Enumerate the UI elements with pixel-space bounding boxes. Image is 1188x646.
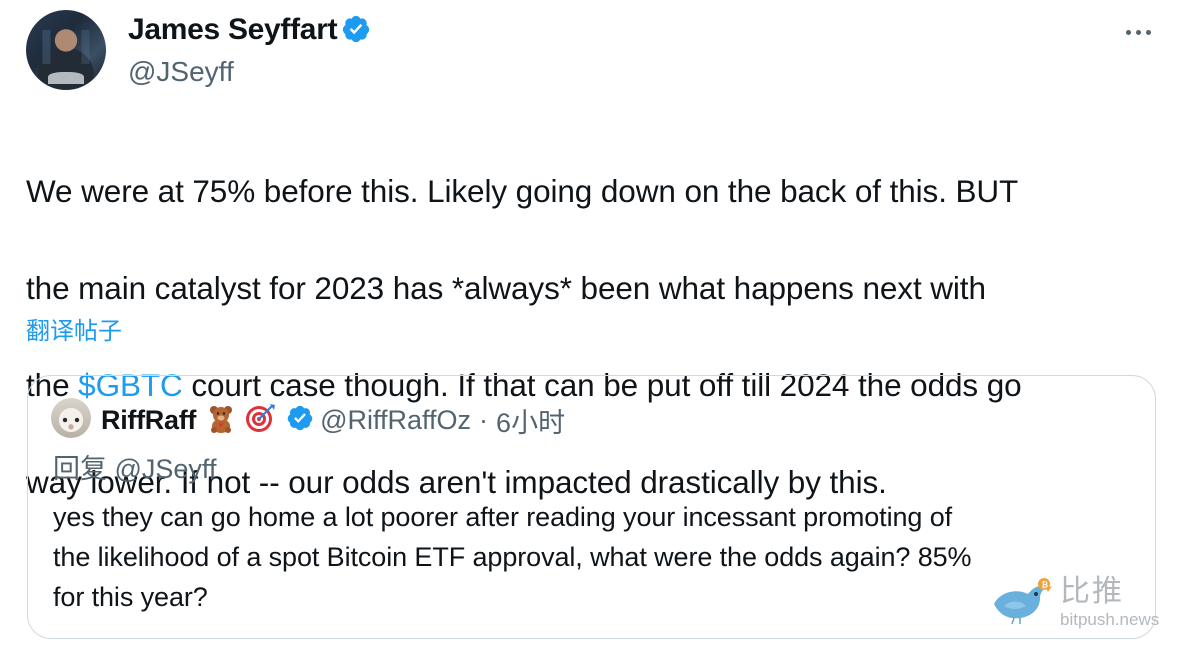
quoted-author-name[interactable]: RiffRaff [101,405,196,436]
tweet-text-line: the main catalyst for 2023 has *always* … [26,269,986,306]
author-handle[interactable]: @JSeyff [128,55,234,89]
more-options-button[interactable] [1118,18,1158,46]
quoted-text-line: yes they can go home a lot poorer after … [53,502,953,532]
bitpush-bird-logo-icon: ₿ [990,578,1054,631]
quoted-text-line: the likelihood of a spot Bitcoin ETF app… [53,542,972,572]
svg-text:₿: ₿ [1042,581,1049,590]
quoted-author-avatar[interactable] [51,398,91,438]
quoted-tweet-text: yes they can go home a lot poorer after … [53,497,1133,617]
teddy-bear-icon [206,403,236,438]
more-horizontal-icon-dot [1145,29,1151,35]
meta-separator: · [479,404,489,435]
tweet-text-line: We were at 75% before this. Likely going… [26,172,1019,209]
verified-badge-icon [341,14,371,53]
quoted-tweet-time[interactable]: 6小时 [496,401,565,440]
direct-hit-icon [244,402,276,439]
watermark-cn: 比推 [1060,575,1124,608]
author-name-row[interactable]: James Seyffart [128,12,371,53]
more-horizontal-icon-dot [1135,29,1141,35]
quoted-text-line: for this year? [53,582,208,612]
reply-to-label: 回复 @JSeyff [53,454,217,484]
quoted-author-handle[interactable]: @RiffRaffOz [320,405,471,436]
more-horizontal-icon-dot [1125,29,1131,35]
watermark-en: bitpush.news [1060,610,1160,629]
quoted-verified-badge-icon [286,404,314,437]
bitpush-watermark: ₿ 比推 bitpush.news [990,574,1180,636]
quoted-tweet-header: RiffRaff @RiffRaffOz · 6小时 [101,400,565,440]
quoted-tweet-card[interactable]: RiffRaff @RiffRaffOz · 6小时 回复 @JSeyff ye… [27,375,1156,639]
author-avatar[interactable] [26,10,106,90]
author-name[interactable]: James Seyffart [128,13,338,46]
translate-post-link[interactable]: 翻译帖子 [26,316,122,348]
